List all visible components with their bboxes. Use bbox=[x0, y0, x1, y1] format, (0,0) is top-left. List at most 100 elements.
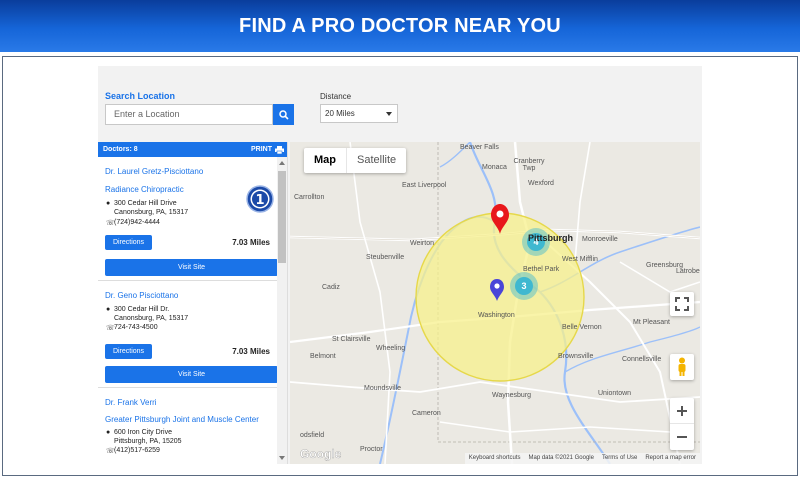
distance-miles: 7.03 Miles bbox=[232, 347, 270, 356]
list-item: Dr. Frank Verri Greater Pittsburgh Joint… bbox=[98, 389, 278, 464]
practice-name[interactable]: Radiance Chiropractic bbox=[105, 185, 184, 194]
town-label: Proctor bbox=[360, 446, 383, 453]
address-line-2: Canonsburg, PA, 15317 bbox=[114, 209, 189, 216]
town-label: St Clairsville bbox=[332, 336, 371, 343]
fullscreen-button[interactable] bbox=[670, 292, 694, 316]
address-line-2: Pittsburgh, PA, 15205 bbox=[114, 438, 182, 445]
doctor-name[interactable]: Dr. Laurel Gretz-Pisciottano bbox=[105, 167, 203, 176]
directions-button[interactable]: Directions bbox=[105, 235, 152, 250]
map-type-map-button[interactable]: Map bbox=[304, 148, 346, 173]
banner: FIND A PRO DOCTOR NEAR YOU bbox=[0, 0, 800, 52]
town-label: Belmont bbox=[310, 353, 336, 360]
print-label: PRINT bbox=[251, 146, 272, 153]
town-label: odsfield bbox=[300, 432, 325, 439]
phone-number: (724)942-4444 bbox=[114, 219, 160, 226]
scroll-up-icon[interactable] bbox=[279, 161, 285, 165]
print-button[interactable]: PRINT bbox=[251, 142, 284, 157]
town-label: Belle Vernon bbox=[562, 324, 602, 331]
town-label: Uniontown bbox=[598, 390, 632, 397]
practice-name[interactable]: Greater Pittsburgh Joint and Muscle Cent… bbox=[105, 415, 259, 424]
keyboard-shortcuts-link[interactable]: Keyboard shortcuts bbox=[469, 453, 521, 464]
pegman-icon bbox=[678, 357, 686, 376]
town-label: Cadiz bbox=[322, 284, 340, 291]
address-line-2: Canonsburg, PA, 15317 bbox=[114, 315, 189, 322]
town-label: West Mifflin bbox=[562, 256, 598, 263]
plus-icon bbox=[677, 405, 687, 416]
location-icon: ● bbox=[106, 306, 111, 313]
town-label: Beaver Falls bbox=[460, 144, 499, 151]
address: 600 Iron City Drive Pittsburgh, PA, 1520… bbox=[114, 428, 182, 446]
map-base: Google bbox=[290, 142, 700, 464]
phone-number: 724-743-4500 bbox=[114, 324, 158, 331]
doctor-name[interactable]: Dr. Frank Verri bbox=[105, 398, 157, 407]
cluster-marker-inner: 3 bbox=[515, 277, 533, 295]
visit-site-button[interactable]: Visit Site bbox=[105, 366, 278, 383]
distance-select[interactable]: 20 Miles bbox=[320, 104, 398, 123]
distance-value: 20 Miles bbox=[325, 109, 355, 118]
minus-icon bbox=[677, 436, 687, 438]
cluster-marker[interactable]: 3 bbox=[510, 272, 538, 300]
doctor-count: Doctors: 8 bbox=[103, 146, 138, 153]
pro-badge-icon: 1 bbox=[246, 185, 274, 213]
street-view-pegman[interactable] bbox=[670, 354, 694, 380]
directions-button[interactable]: Directions bbox=[105, 344, 152, 359]
town-label: Brownsville bbox=[558, 353, 594, 360]
list-item: Dr. Geno Pisciottano ● 300 Cedar Hill Dr… bbox=[98, 282, 278, 388]
town-label: Bethel Park bbox=[523, 266, 560, 273]
search-input[interactable]: Enter a Location bbox=[105, 104, 273, 125]
town-label: Latrobe bbox=[676, 268, 700, 275]
address: 300 Cedar Hill Drive Canonsburg, PA, 153… bbox=[114, 199, 188, 217]
doctor-name[interactable]: Dr. Geno Pisciottano bbox=[105, 291, 178, 300]
map-view[interactable]: Google 4 3 Beaver Falls Monaca Cranberry… bbox=[290, 142, 700, 464]
town-label: Pittsburgh bbox=[528, 233, 573, 243]
phone-number: (412)517-6259 bbox=[114, 447, 160, 454]
chevron-down-icon bbox=[386, 112, 392, 116]
search-label: Search Location bbox=[105, 91, 176, 101]
scroll-down-icon[interactable] bbox=[279, 456, 285, 460]
visit-site-button[interactable]: Visit Site bbox=[105, 259, 278, 276]
search-icon bbox=[278, 109, 289, 120]
list-scrollbar[interactable] bbox=[277, 157, 287, 464]
search-button[interactable] bbox=[273, 104, 294, 125]
location-icon: ● bbox=[106, 200, 111, 207]
zoom-out-button[interactable] bbox=[670, 424, 694, 450]
badge-number: 1 bbox=[255, 193, 264, 208]
address-line-1: 600 Iron City Drive bbox=[114, 429, 172, 436]
map-footer: Keyboard shortcuts Map data ©2021 Google… bbox=[464, 453, 700, 464]
town-label: Washington bbox=[478, 312, 515, 319]
address: 300 Cedar Hill Dr. Canonsburg, PA, 15317 bbox=[114, 305, 188, 323]
map-type-control: Map Satellite bbox=[304, 148, 407, 173]
town-label: East Liverpool bbox=[402, 182, 447, 189]
list-header: Doctors: 8 PRINT bbox=[98, 142, 287, 157]
doctor-list: Doctors: 8 PRINT Dr. Laurel Gretz-Piscio… bbox=[98, 142, 288, 464]
address-line-1: 300 Cedar Hill Dr. bbox=[114, 306, 170, 313]
map-type-satellite-button[interactable]: Satellite bbox=[346, 148, 406, 173]
scroll-thumb[interactable] bbox=[278, 171, 286, 263]
terms-link[interactable]: Terms of Use bbox=[602, 453, 637, 464]
town-label: Connellsville bbox=[622, 356, 662, 363]
town-label: Moundsville bbox=[364, 385, 401, 392]
zoom-control bbox=[670, 398, 694, 450]
town-label: Cranberry Twp bbox=[513, 158, 545, 172]
location-icon: ● bbox=[106, 429, 111, 436]
report-error-link[interactable]: Report a map error bbox=[645, 453, 696, 464]
distance-label: Distance bbox=[320, 92, 352, 101]
search-area: Search Location Enter a Location Distanc… bbox=[98, 66, 702, 140]
printer-icon bbox=[275, 145, 284, 154]
town-label: Monroeville bbox=[582, 236, 618, 243]
town-label: Mt Pleasant bbox=[633, 319, 670, 326]
town-label: Weirton bbox=[410, 240, 434, 247]
town-label: Cameron bbox=[412, 410, 441, 417]
list-item: Dr. Laurel Gretz-Pisciottano Radiance Ch… bbox=[98, 157, 278, 281]
town-label: Waynesburg bbox=[492, 392, 532, 399]
page-title: FIND A PRO DOCTOR NEAR YOU bbox=[239, 14, 561, 37]
town-label: Carrollton bbox=[294, 194, 325, 201]
town-label: Wheeling bbox=[376, 345, 406, 352]
address-line-1: 300 Cedar Hill Drive bbox=[114, 200, 177, 207]
town-label: Steubenville bbox=[366, 254, 405, 261]
zoom-in-button[interactable] bbox=[670, 398, 694, 424]
fullscreen-icon bbox=[675, 297, 689, 311]
town-label: Wexford bbox=[528, 180, 554, 187]
google-logo: Google bbox=[300, 447, 342, 461]
town-label: Monaca bbox=[482, 164, 507, 171]
